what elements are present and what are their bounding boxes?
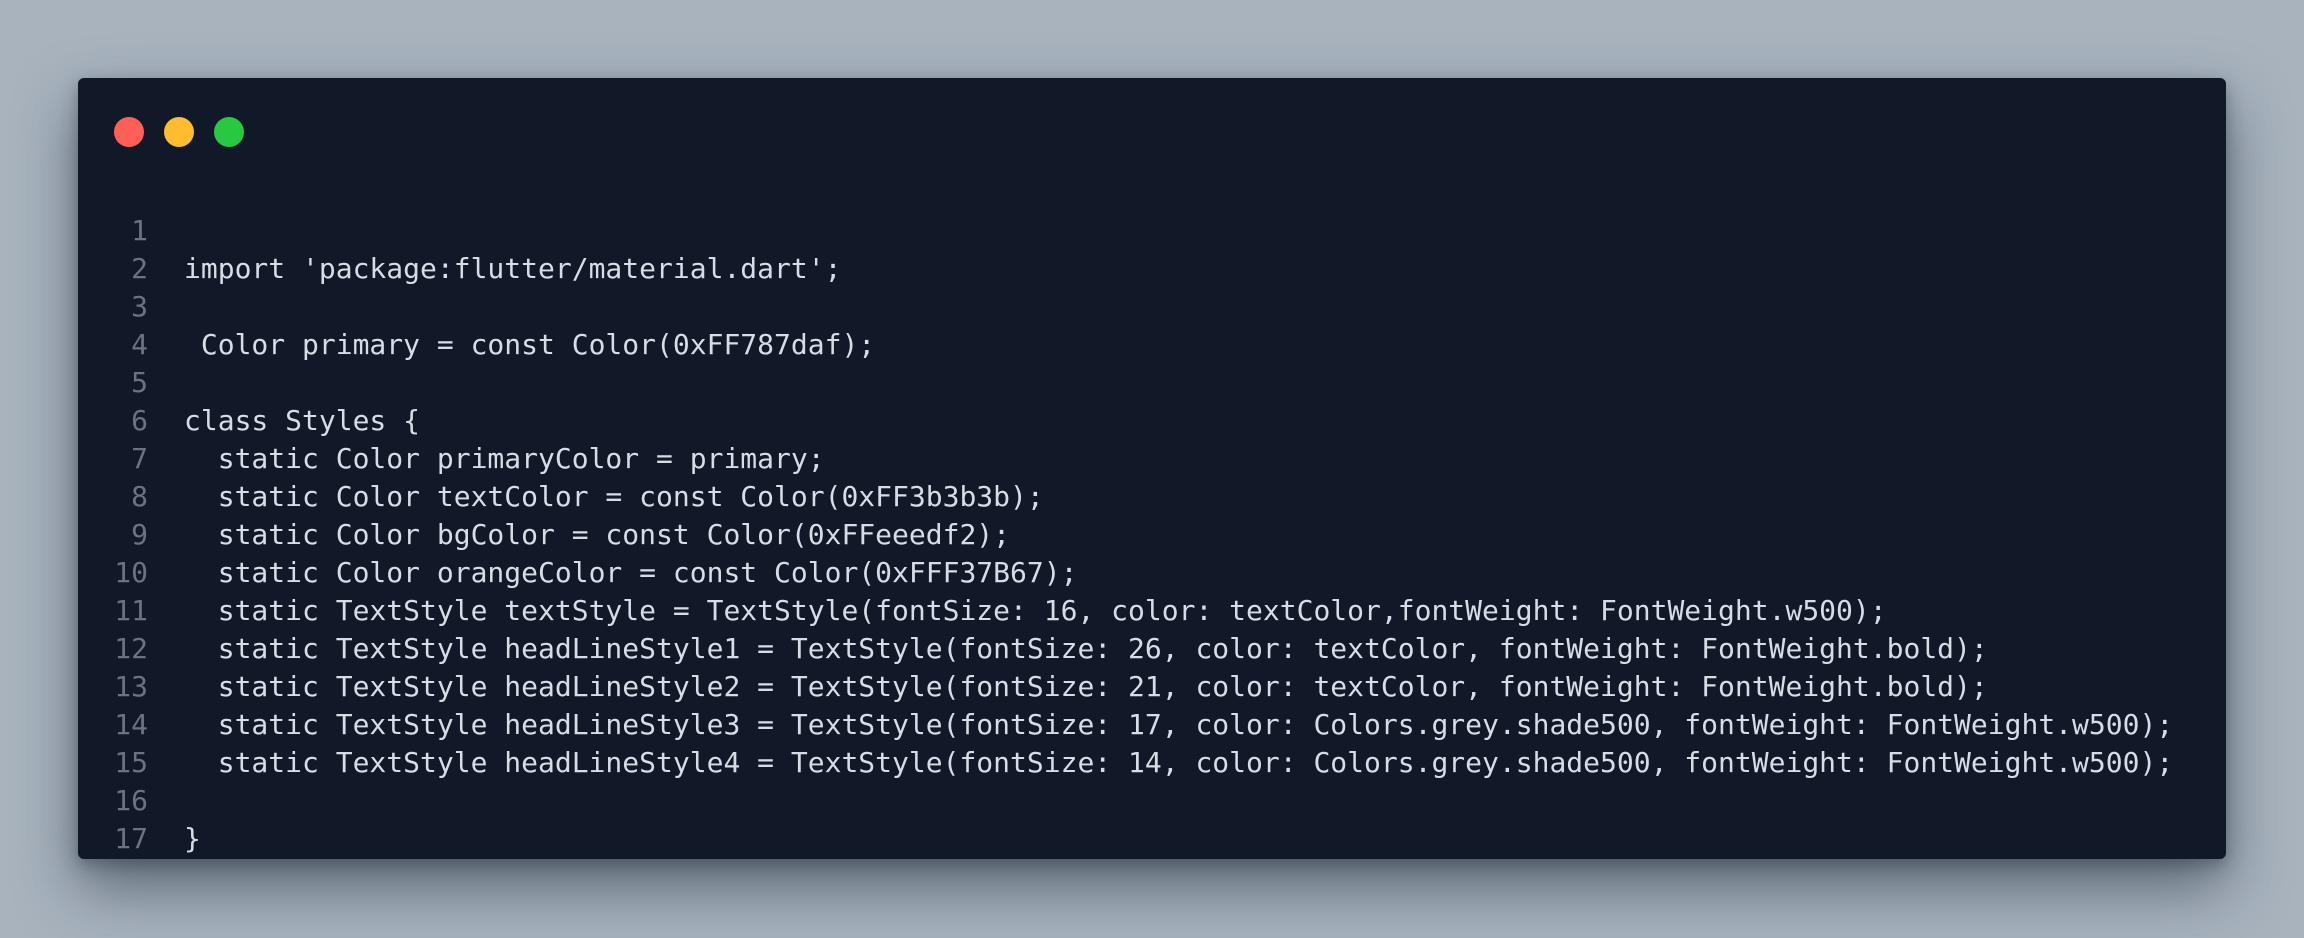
code-window: 1 import 'package:flutter/material.dart'… [78,78,2226,859]
code-line: 14 static TextStyle headLineStyle4 = Tex… [78,668,2226,779]
code-line: 13 static TextStyle headLineStyle3 = Tex… [78,630,2226,741]
code-line: 1 import 'package:flutter/material.dart'… [78,174,2226,285]
code-line: 12 static TextStyle headLineStyle2 = Tex… [78,592,2226,703]
code-editor: 1 import 'package:flutter/material.dart'… [78,174,2226,855]
line-number: 17 [114,822,148,855]
close-window-button[interactable] [114,117,144,147]
code-line: 5 class Styles { [78,326,2226,437]
code-line: 4 [78,288,2226,361]
code-text: } [184,822,201,855]
code-line: 15 [78,706,2226,779]
code-line: 7 static Color textColor = const Color(0… [78,402,2226,513]
maximize-window-button[interactable] [214,117,244,147]
code-line: 8 static Color bgColor = const Color(0xF… [78,440,2226,551]
code-line: 6 static Color primaryColor = primary; [78,364,2226,475]
code-line: 10 static TextStyle textStyle = TextStyl… [78,516,2226,627]
code-line: 16 } [78,744,2226,855]
code-line: 2 [78,212,2226,285]
code-line: 11 static TextStyle headLineStyle1 = Tex… [78,554,2226,665]
minimize-window-button[interactable] [164,117,194,147]
code-line: 17 [78,782,2226,855]
code-line: 9 static Color orangeColor = const Color… [78,478,2226,589]
code-line: 3 Color primary = const Color(0xFF787daf… [78,250,2226,361]
